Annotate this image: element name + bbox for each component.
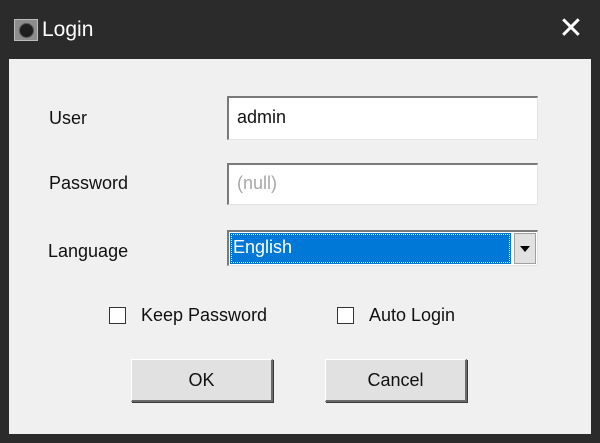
- password-label: Password: [49, 173, 129, 193]
- app-logo-icon: [14, 19, 38, 41]
- auto-login-label: Auto Login: [369, 305, 456, 325]
- cancel-button[interactable]: Cancel: [325, 359, 467, 402]
- auto-login-checkbox[interactable]: [337, 307, 354, 324]
- password-input[interactable]: (null): [227, 163, 538, 205]
- dialog-body: User admin Password (null) Language Engl…: [9, 59, 591, 434]
- chevron-down-icon: [520, 246, 530, 252]
- user-label: User: [49, 108, 88, 128]
- login-dialog: Login ✕ User admin Password (null) Langu…: [0, 0, 600, 443]
- window-title: Login: [42, 18, 94, 41]
- close-icon: ✕: [558, 12, 584, 45]
- language-select[interactable]: English: [227, 230, 538, 266]
- user-input[interactable]: admin: [227, 96, 538, 140]
- keep-password-label: Keep Password: [141, 305, 268, 325]
- language-selected-value: English: [230, 233, 511, 264]
- language-label: Language: [48, 241, 129, 261]
- language-dropdown-button[interactable]: [514, 233, 536, 264]
- keep-password-checkbox[interactable]: [109, 307, 126, 324]
- ok-button[interactable]: OK: [131, 359, 273, 402]
- title-bar[interactable]: Login ✕: [0, 0, 600, 59]
- close-button[interactable]: ✕: [542, 0, 600, 59]
